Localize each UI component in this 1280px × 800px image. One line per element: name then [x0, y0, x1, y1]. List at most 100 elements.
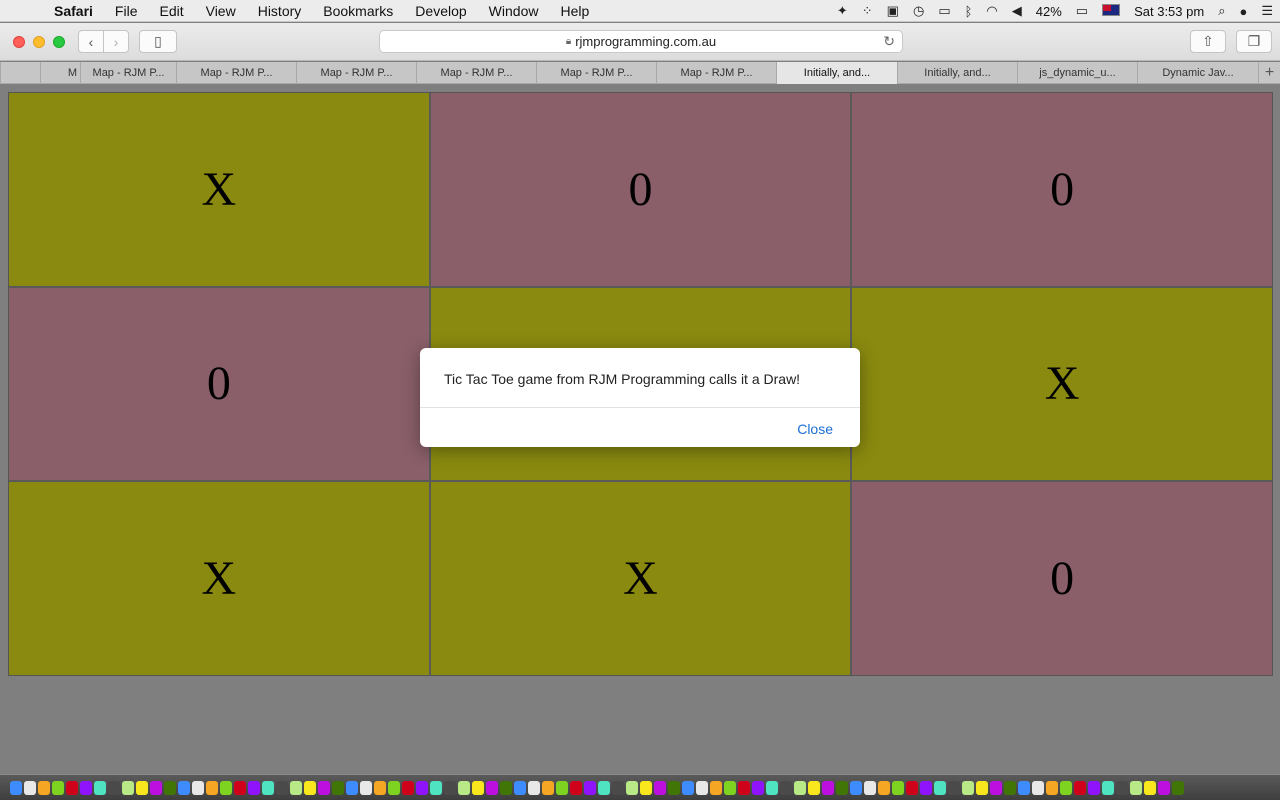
dock-app-icon[interactable] [500, 780, 512, 795]
tab-5[interactable]: Map - RJM P... [536, 62, 656, 84]
wifi-icon[interactable]: ◠ [979, 3, 1004, 19]
dock-app-icon[interactable] [892, 780, 904, 795]
dock-app-icon[interactable] [738, 780, 750, 795]
reload-icon[interactable]: ↻ [883, 33, 895, 50]
dock-app-icon[interactable] [38, 780, 50, 795]
dock-app-icon[interactable] [108, 780, 120, 795]
dock-app-icon[interactable] [1158, 780, 1170, 795]
back-button[interactable]: ‹ [78, 30, 104, 53]
dock-app-icon[interactable] [528, 780, 540, 795]
dock-app-icon[interactable] [304, 780, 316, 795]
menu-view[interactable]: View [195, 0, 247, 22]
battery-percent[interactable]: 42% [1029, 4, 1069, 19]
dock-app-icon[interactable] [276, 780, 288, 795]
dock-app-icon[interactable] [556, 780, 568, 795]
dock-app-icon[interactable] [416, 780, 428, 795]
dock-app-icon[interactable] [920, 780, 932, 795]
board-cell-2[interactable]: 0 [430, 93, 851, 286]
board-cell-7[interactable]: X [9, 482, 429, 675]
dock-app-icon[interactable] [640, 780, 652, 795]
new-tab-button[interactable]: + [1258, 62, 1280, 84]
dock-app-icon[interactable] [1032, 780, 1044, 795]
dock-app-icon[interactable] [514, 780, 526, 795]
bluetooth-icon[interactable]: ᛒ [958, 4, 980, 19]
dock-app-icon[interactable] [1046, 780, 1058, 795]
notification-center-icon[interactable]: ☰ [1254, 3, 1280, 19]
dock-app-icon[interactable] [934, 780, 946, 795]
dock-app-icon[interactable] [1172, 780, 1184, 795]
board-cell-3[interactable]: 0 [852, 93, 1272, 286]
dock-app-icon[interactable] [612, 780, 624, 795]
tab-8[interactable]: Initially, and... [897, 62, 1017, 84]
board-cell-1[interactable]: X [9, 93, 429, 286]
fullscreen-window-icon[interactable] [53, 36, 65, 48]
menu-app-safari[interactable]: Safari [36, 0, 104, 22]
dock-app-icon[interactable] [822, 780, 834, 795]
dock-app-icon[interactable] [402, 780, 414, 795]
dock-app-icon[interactable] [836, 780, 848, 795]
dock-app-icon[interactable] [444, 780, 456, 795]
tab-6[interactable]: Map - RJM P... [656, 62, 776, 84]
dock-app-icon[interactable] [178, 780, 190, 795]
board-cell-6[interactable]: X [852, 287, 1272, 481]
dock-app-icon[interactable] [1116, 780, 1128, 795]
alert-close-button[interactable]: Close [797, 421, 833, 437]
display-icon[interactable]: ▣ [880, 3, 906, 19]
dock-app-icon[interactable] [164, 780, 176, 795]
dock-app-icon[interactable] [122, 780, 134, 795]
dock-app-icon[interactable] [52, 780, 64, 795]
dock-app-icon[interactable] [1060, 780, 1072, 795]
airplay-icon[interactable]: ▭ [931, 3, 957, 19]
board-cell-4[interactable]: 0 [9, 287, 429, 481]
dock-app-icon[interactable] [1018, 780, 1030, 795]
menu-bookmarks[interactable]: Bookmarks [312, 0, 404, 22]
spotlight-search-icon[interactable]: ⌕ [1211, 3, 1232, 19]
dock-app-icon[interactable] [710, 780, 722, 795]
dock-app-icon[interactable] [542, 780, 554, 795]
tab-4[interactable]: Map - RJM P... [416, 62, 536, 84]
dock-app-icon[interactable] [388, 780, 400, 795]
tab-3[interactable]: Map - RJM P... [296, 62, 416, 84]
dock-app-icon[interactable] [94, 780, 106, 795]
dock-app-icon[interactable] [1102, 780, 1114, 795]
menu-history[interactable]: History [247, 0, 313, 22]
dock-app-icon[interactable] [332, 780, 344, 795]
menu-window[interactable]: Window [478, 0, 550, 22]
dock-app-icon[interactable] [864, 780, 876, 795]
dock-app-icon[interactable] [206, 780, 218, 795]
dock-app-icon[interactable] [1144, 780, 1156, 795]
dock-app-icon[interactable] [780, 780, 792, 795]
tab-pinned[interactable] [0, 62, 40, 84]
dock-app-icon[interactable] [878, 780, 890, 795]
show-tabs-button[interactable]: ❐ [1236, 30, 1272, 53]
dock-app-icon[interactable] [906, 780, 918, 795]
dock-app-icon[interactable] [346, 780, 358, 795]
flag-icon[interactable] [1095, 3, 1127, 19]
dock-app-icon[interactable] [1130, 780, 1142, 795]
dock-app-icon[interactable] [10, 780, 22, 795]
dock-app-icon[interactable] [976, 780, 988, 795]
dock-app-icon[interactable] [136, 780, 148, 795]
dock-app-icon[interactable] [1088, 780, 1100, 795]
dock-app-icon[interactable] [458, 780, 470, 795]
dock-app-icon[interactable] [234, 780, 246, 795]
dock-app-icon[interactable] [66, 780, 78, 795]
dock-app-icon[interactable] [766, 780, 778, 795]
menu-develop[interactable]: Develop [404, 0, 477, 22]
dock-app-icon[interactable] [598, 780, 610, 795]
dock-app-icon[interactable] [80, 780, 92, 795]
dock-app-icon[interactable] [724, 780, 736, 795]
menu-help[interactable]: Help [549, 0, 600, 22]
dock-app-icon[interactable] [682, 780, 694, 795]
address-bar[interactable]: 🔒︎ rjmprogramming.com.au ↻ [379, 30, 903, 53]
tab-9[interactable]: js_dynamic_u... [1017, 62, 1137, 84]
minimize-window-icon[interactable] [33, 36, 45, 48]
share-button[interactable]: ⇧ [1190, 30, 1226, 53]
siri-icon[interactable]: ● [1232, 4, 1254, 19]
close-window-icon[interactable] [13, 36, 25, 48]
dock-app-icon[interactable] [486, 780, 498, 795]
dock-app-icon[interactable] [150, 780, 162, 795]
dock-app-icon[interactable] [626, 780, 638, 795]
dock-app-icon[interactable] [654, 780, 666, 795]
tab-10[interactable]: Dynamic Jav... [1137, 62, 1258, 84]
